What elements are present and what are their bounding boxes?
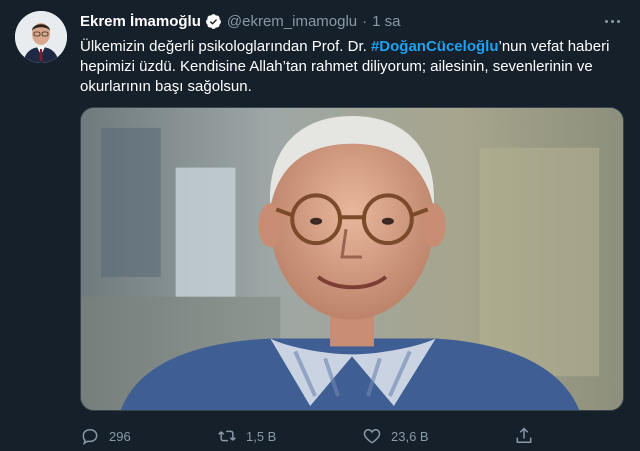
reply-count: 296 <box>109 428 131 444</box>
retweet-count: 1,5 B <box>246 428 277 444</box>
author-handle[interactable]: @ekrem_imamoglu <box>227 13 357 30</box>
author-name[interactable]: Ekrem İmamoğlu <box>80 13 201 30</box>
hashtag-link[interactable]: #DoğanCüceloğlu <box>371 38 499 55</box>
tweet-actions: 296 1,5 B 23,6 B <box>80 425 550 447</box>
share-icon <box>514 426 534 446</box>
like-button[interactable]: 23,6 B <box>362 425 429 447</box>
tweet-photo[interactable] <box>80 107 624 411</box>
avatar[interactable] <box>15 11 67 63</box>
verified-badge-icon <box>205 13 222 30</box>
reply-icon <box>80 426 100 446</box>
tweet-text: Ülkemizin değerli psikologlarından Prof.… <box>80 37 620 97</box>
reply-button[interactable]: 296 <box>80 425 131 447</box>
tweet-text-before: Ülkemizin değerli psikologlarından Prof.… <box>80 38 371 55</box>
tweet-timestamp[interactable]: 1 sa <box>372 13 400 30</box>
retweet-icon <box>217 426 237 446</box>
tweet[interactable]: Ekrem İmamoğlu @ekrem_imamoglu · 1 sa Ül… <box>0 0 640 451</box>
like-count: 23,6 B <box>391 428 429 444</box>
separator-dot: · <box>362 12 368 30</box>
retweet-button[interactable]: 1,5 B <box>217 425 276 447</box>
tweet-header: Ekrem İmamoğlu @ekrem_imamoglu · 1 sa <box>80 11 401 31</box>
more-icon[interactable] <box>600 12 624 30</box>
share-button[interactable] <box>514 425 534 447</box>
heart-icon <box>362 426 382 446</box>
